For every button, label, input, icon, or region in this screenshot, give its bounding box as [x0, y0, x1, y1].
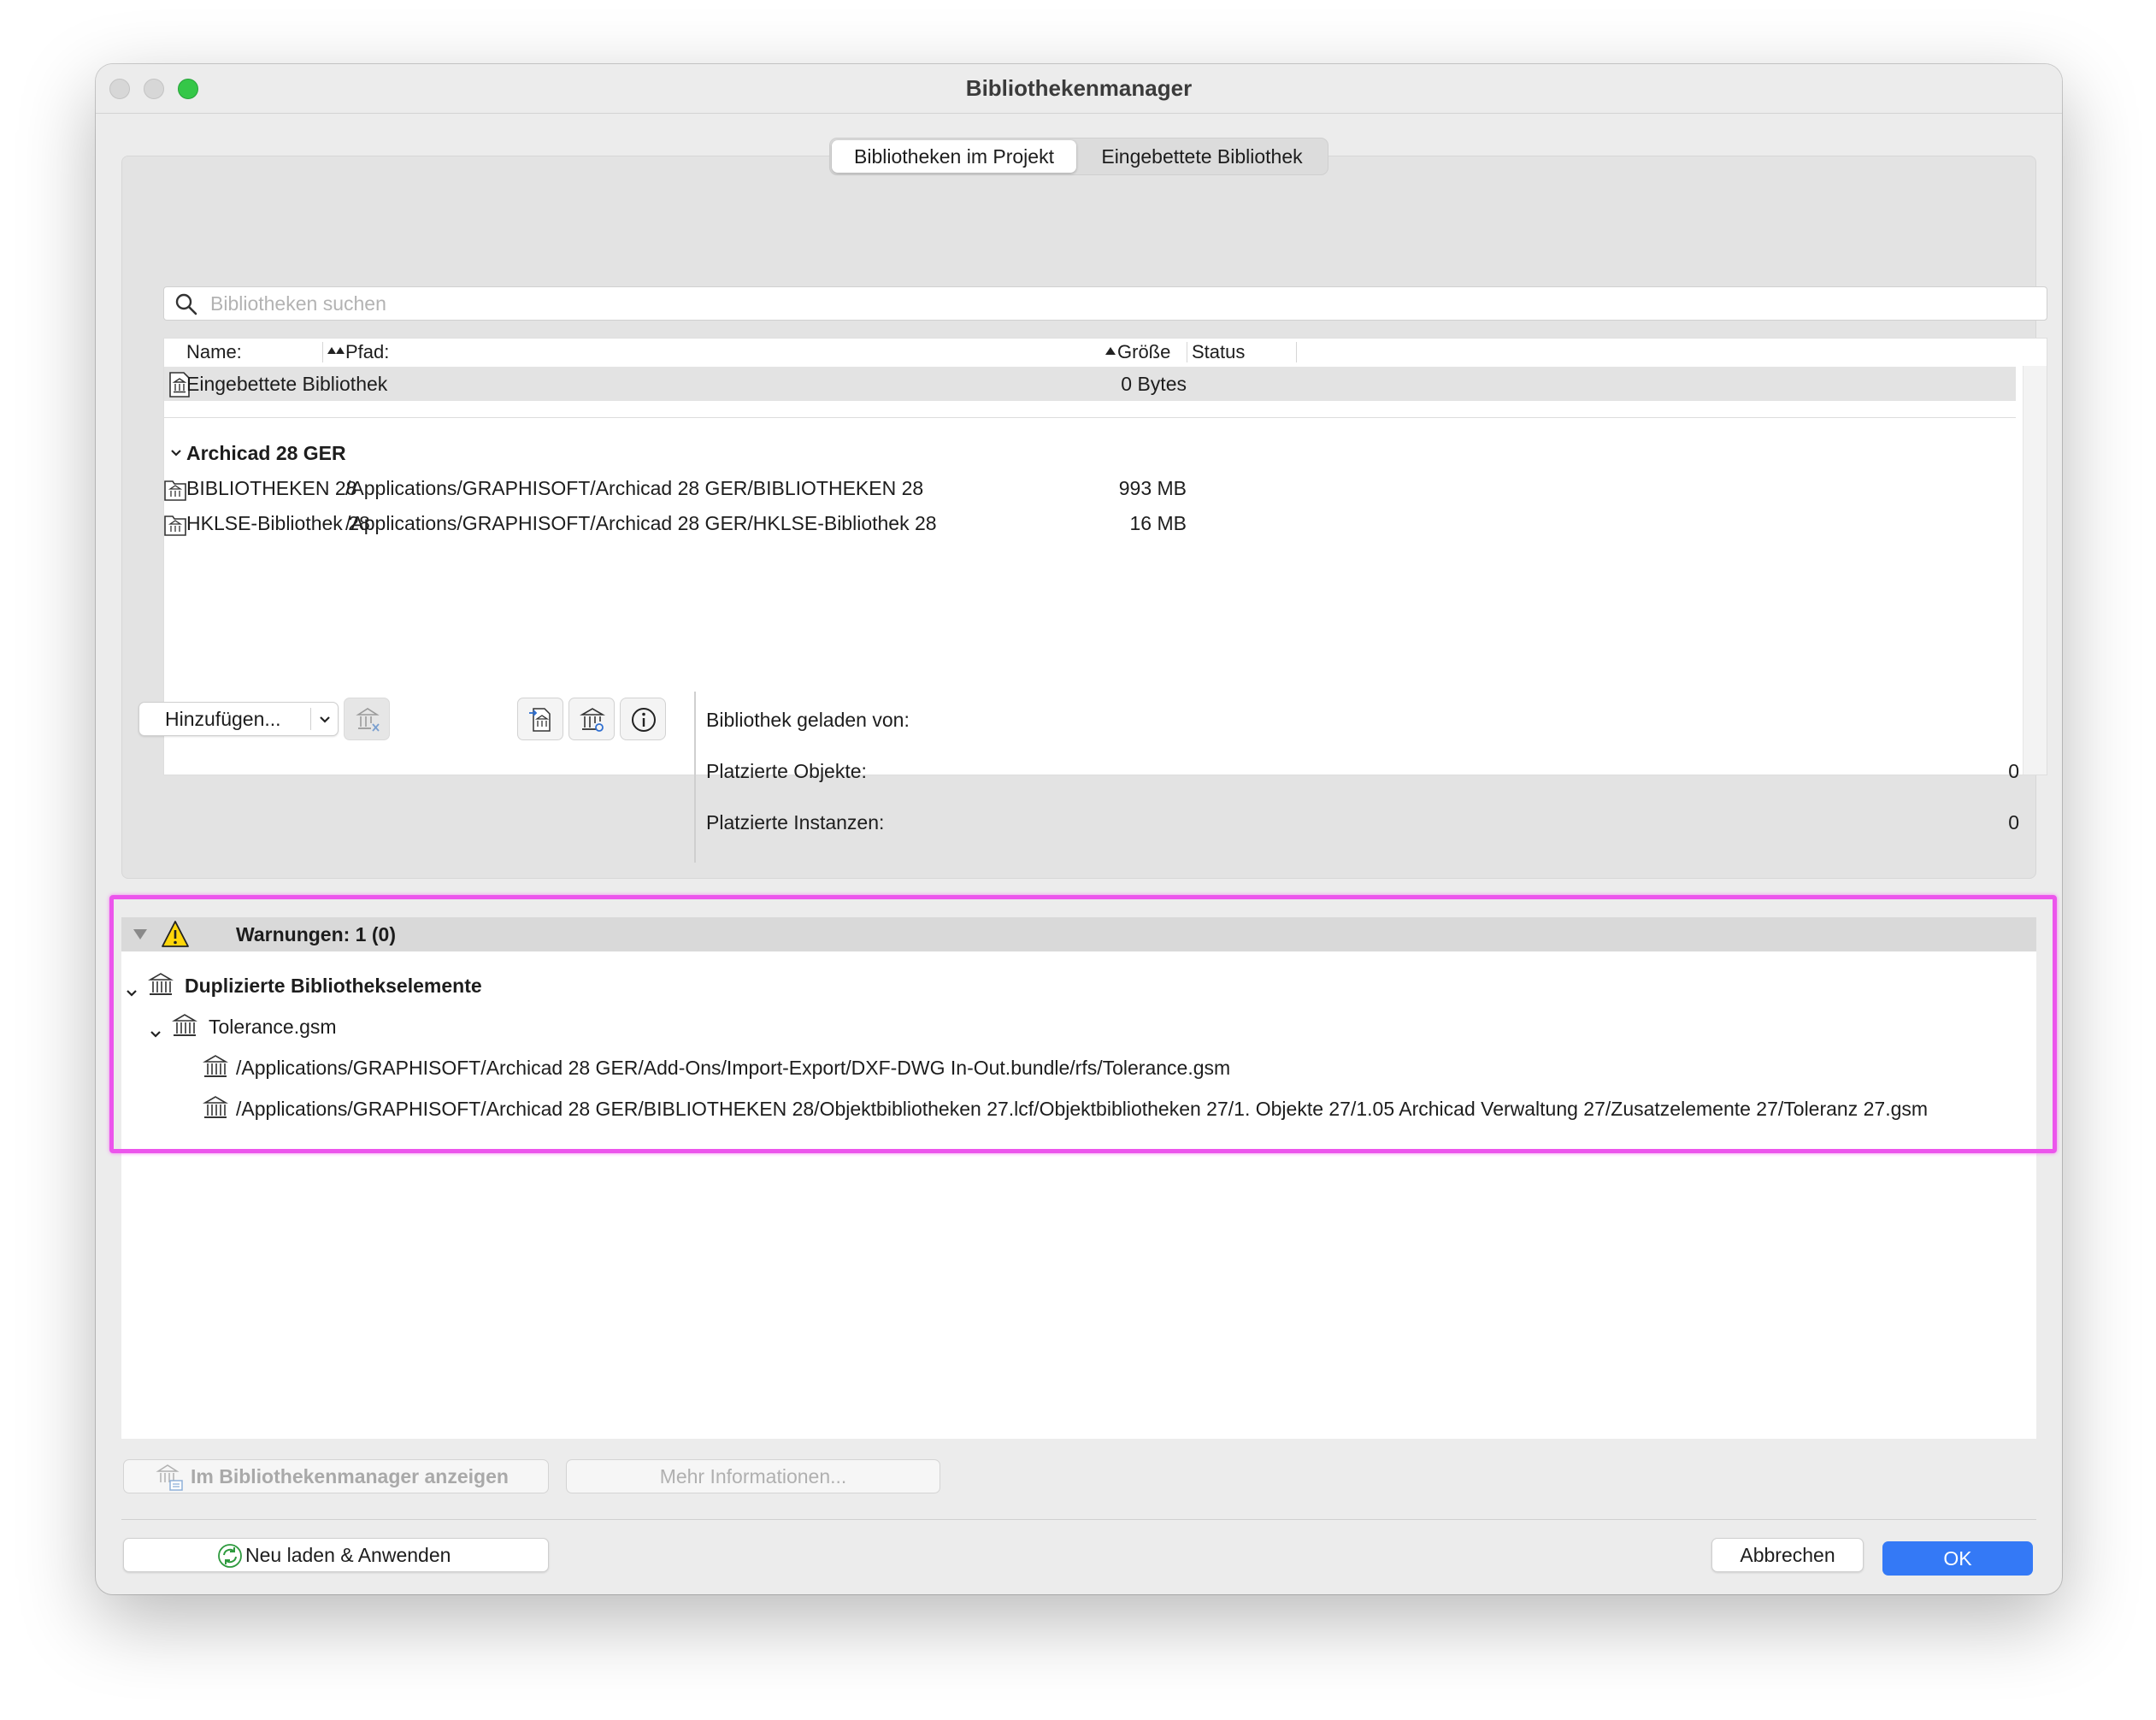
export-library-button[interactable]: [517, 698, 563, 740]
loaded-from-label: Bibliothek geladen von:: [706, 709, 910, 731]
row-name: BIBLIOTHEKEN 28: [186, 477, 357, 499]
row-path: /Applications/GRAPHISOFT/Archicad 28 GER…: [345, 477, 924, 499]
column-status[interactable]: Status: [1192, 339, 1245, 366]
reload-apply-label: Neu laden & Anwenden: [245, 1544, 451, 1566]
ok-button[interactable]: OK: [1882, 1541, 2033, 1576]
libraries-group: Bibliotheken suchen Name: Pfad: Größe St…: [121, 156, 2047, 879]
search-icon: [174, 292, 198, 321]
column-separator[interactable]: [322, 342, 323, 362]
add-label: Hinzufügen...: [165, 708, 281, 730]
remove-library-button[interactable]: [344, 698, 390, 740]
popup-separator: [310, 708, 311, 730]
panel-divider: [694, 692, 696, 863]
window-title: Bibliothekenmanager: [965, 75, 1193, 101]
show-in-manager-label: Im Bibliothekenmanager anzeigen: [191, 1465, 509, 1487]
add-library-popup[interactable]: Hinzufügen...: [138, 702, 339, 736]
reload-apply-button[interactable]: Neu laden & Anwenden: [123, 1538, 549, 1572]
library-settings-button[interactable]: [568, 698, 615, 740]
reload-icon: [216, 1542, 244, 1579]
footer-separator: [121, 1519, 2036, 1520]
row-name: Eingebettete Bibliothek: [186, 373, 388, 395]
library-list: Name: Pfad: Größe Status Eingebettete Bi…: [163, 338, 2047, 775]
search-input[interactable]: Bibliotheken suchen: [210, 287, 386, 320]
row-size: 0 Bytes: [1121, 373, 1187, 395]
placed-instances-value: 0: [2008, 811, 2019, 833]
list-header: Name: Pfad: Größe Status: [164, 339, 2047, 366]
list-row-embedded-library[interactable]: Eingebettete Bibliothek 0 Bytes: [164, 367, 2016, 401]
library-manager-icon: [155, 1464, 186, 1502]
library-folder-icon: [164, 511, 186, 547]
placed-objects-value: 0: [2008, 760, 2019, 782]
tab-switcher: Bibliotheken im Projekt Eingebettete Bib…: [829, 138, 1328, 175]
placed-instances-label: Platzierte Instanzen:: [706, 811, 885, 833]
sort-double-arrow-icon: [327, 339, 345, 366]
column-separator[interactable]: [1296, 342, 1297, 362]
group-label: Archicad 28 GER: [186, 442, 346, 464]
list-scrollbar[interactable]: [2023, 366, 2047, 775]
cancel-button[interactable]: Abbrechen: [1711, 1538, 1864, 1572]
chevron-down-icon[interactable]: [317, 711, 333, 733]
tab-embedded-library[interactable]: Eingebettete Bibliothek: [1078, 140, 1326, 173]
highlight-annotation: [109, 895, 2057, 1153]
list-divider: [164, 417, 2016, 418]
tab-libraries-in-project[interactable]: Bibliotheken im Projekt: [832, 140, 1076, 173]
row-size: 16 MB: [1129, 512, 1187, 534]
row-path: /Applications/GRAPHISOFT/Archicad 28 GER…: [345, 512, 937, 534]
placed-objects-label: Platzierte Objekte:: [706, 760, 867, 782]
column-size[interactable]: Größe: [1117, 339, 1170, 366]
group-row[interactable]: Archicad 28 GER: [164, 436, 2016, 470]
row-size: 993 MB: [1118, 477, 1187, 499]
more-info-button[interactable]: Mehr Informationen...: [566, 1459, 940, 1493]
show-in-library-manager-button[interactable]: Im Bibliothekenmanager anzeigen: [123, 1459, 549, 1493]
list-row-library[interactable]: BIBLIOTHEKEN 28 /Applications/GRAPHISOFT…: [164, 471, 2016, 505]
column-name[interactable]: Name:: [186, 339, 242, 366]
column-path[interactable]: Pfad:: [345, 339, 389, 366]
list-row-library[interactable]: HKLSE-Bibliothek 28 /Applications/GRAPHI…: [164, 506, 2016, 540]
sort-up-arrow-icon: [1105, 339, 1116, 366]
row-name: HKLSE-Bibliothek 28: [186, 512, 370, 534]
title-bar: Bibliothekenmanager: [96, 64, 2062, 114]
search-field[interactable]: Bibliotheken suchen: [163, 286, 2047, 321]
library-manager-window: Bibliothekenmanager Bibliotheken im Proj…: [96, 64, 2062, 1594]
info-button[interactable]: [620, 698, 666, 740]
